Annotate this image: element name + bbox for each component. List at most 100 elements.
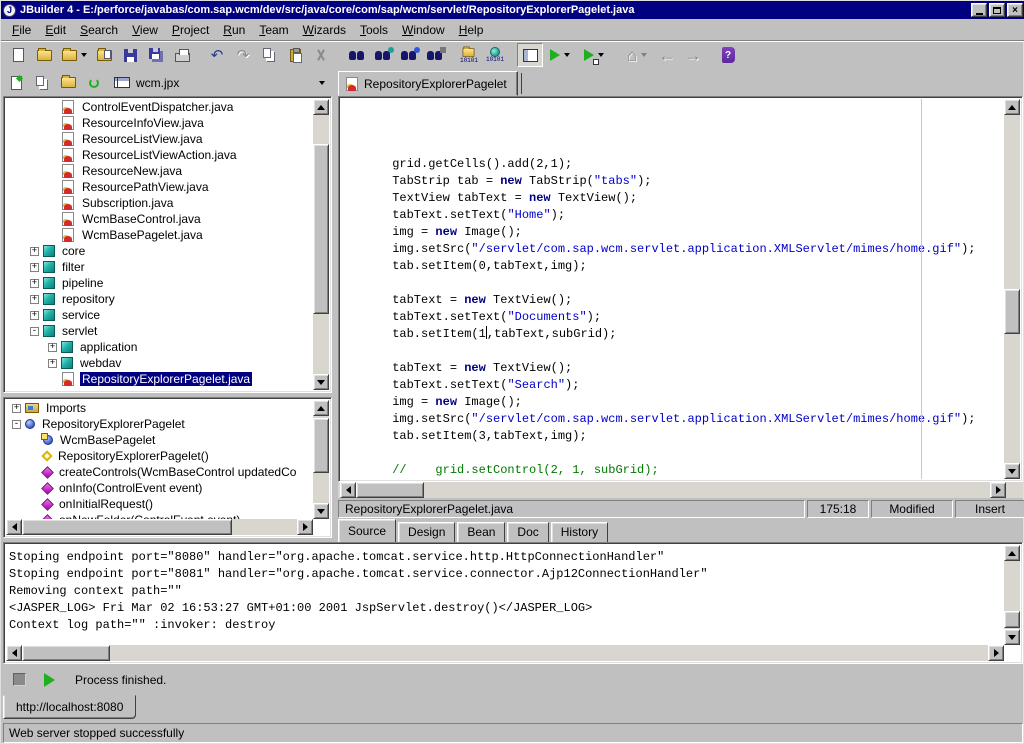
- tree-scroll-down-button[interactable]: [313, 374, 329, 390]
- tree-item[interactable]: +pipeline: [6, 275, 313, 291]
- console-scroll-down-button[interactable]: [1004, 629, 1020, 645]
- tree-item[interactable]: -servlet: [6, 323, 313, 339]
- console-vscrollbar[interactable]: [1004, 545, 1020, 645]
- minimize-button[interactable]: [971, 3, 987, 17]
- structure-scroll-right-button[interactable]: [297, 519, 313, 535]
- tree-item[interactable]: +service: [6, 307, 313, 323]
- help-button[interactable]: ?: [715, 43, 741, 67]
- editor-hscroll-thumb[interactable]: [356, 482, 424, 498]
- console-scroll-right-button[interactable]: [988, 645, 1004, 661]
- console-scroll-left-button[interactable]: [6, 645, 22, 661]
- menu-window[interactable]: Window: [395, 20, 452, 40]
- maximize-button[interactable]: [989, 3, 1005, 17]
- tab-repositoryexplorerpagelet[interactable]: RepositoryExplorerPagelet: [338, 71, 518, 96]
- structure-item[interactable]: createControls(WcmBaseControl updatedCo: [6, 464, 313, 480]
- jbuilder-app-icon[interactable]: J: [3, 4, 16, 17]
- expand-icon[interactable]: +: [12, 404, 21, 413]
- expand-icon[interactable]: +: [30, 311, 39, 320]
- console-scroll-thumb[interactable]: [1004, 611, 1020, 628]
- view-tab-design[interactable]: Design: [398, 522, 455, 543]
- menu-edit[interactable]: Edit: [38, 20, 73, 40]
- toggle-curtain-button[interactable]: [517, 43, 543, 67]
- print-button[interactable]: [169, 43, 195, 67]
- tab-localhost-8080[interactable]: http://localhost:8080: [3, 695, 136, 719]
- tree-scroll-thumb[interactable]: [313, 144, 329, 314]
- tree-vscrollbar[interactable]: [313, 99, 329, 390]
- save-button[interactable]: [117, 43, 143, 67]
- expand-icon[interactable]: +: [30, 295, 39, 304]
- open-file-menu-button[interactable]: [57, 43, 91, 67]
- structure-item[interactable]: RepositoryExplorerPagelet(): [6, 448, 313, 464]
- close-button[interactable]: ×: [1007, 3, 1023, 17]
- editor-hscrollbar[interactable]: [338, 482, 1023, 498]
- tree-item[interactable]: +filter: [6, 259, 313, 275]
- add-files-button[interactable]: [3, 71, 29, 95]
- debug-button[interactable]: [577, 43, 611, 67]
- console-hscroll-thumb[interactable]: [22, 645, 110, 661]
- view-tab-bean[interactable]: Bean: [457, 522, 505, 543]
- expand-icon[interactable]: +: [30, 247, 39, 256]
- search-source-path-button[interactable]: [421, 43, 447, 67]
- save-all-button[interactable]: [143, 43, 169, 67]
- project-selector[interactable]: wcm.jpx: [113, 72, 331, 93]
- structure-scroll-down-button[interactable]: [313, 503, 329, 519]
- menu-team[interactable]: Team: [252, 20, 295, 40]
- tree-item[interactable]: WcmBaseControl.java: [6, 211, 313, 227]
- structure-scroll-up-button[interactable]: [313, 400, 329, 416]
- view-tab-doc[interactable]: Doc: [507, 522, 548, 543]
- editor-scroll-left-button[interactable]: [340, 482, 356, 498]
- structure-item[interactable]: onInitialRequest(): [6, 496, 313, 512]
- tree-scroll-up-button[interactable]: [313, 99, 329, 115]
- menu-project[interactable]: Project: [165, 20, 216, 40]
- undo-button[interactable]: ↶: [204, 43, 230, 67]
- menu-file[interactable]: File: [5, 20, 38, 40]
- run-button[interactable]: [543, 43, 577, 67]
- editor-scroll-up-button[interactable]: [1004, 99, 1020, 115]
- structure-hscroll-thumb[interactable]: [22, 519, 232, 535]
- run-icon[interactable]: [44, 673, 55, 687]
- menu-view[interactable]: View: [125, 20, 165, 40]
- menu-wizards[interactable]: Wizards: [296, 20, 353, 40]
- paste-button[interactable]: [282, 43, 308, 67]
- menu-tools[interactable]: Tools: [353, 20, 395, 40]
- tree-item[interactable]: ResourceNew.java: [6, 163, 313, 179]
- editor-scroll-down-button[interactable]: [1004, 463, 1020, 479]
- expand-icon[interactable]: +: [30, 263, 39, 272]
- structure-item[interactable]: -RepositoryExplorerPagelet: [6, 416, 313, 432]
- collapse-icon[interactable]: -: [30, 327, 39, 336]
- expand-icon[interactable]: +: [30, 279, 39, 288]
- menu-help[interactable]: Help: [452, 20, 491, 40]
- tree-item[interactable]: +webdav: [6, 355, 313, 371]
- editor-scroll-right-button[interactable]: [990, 482, 1006, 498]
- structure-item[interactable]: onInfo(ControlEvent event): [6, 480, 313, 496]
- code-editor[interactable]: grid.getCells().add(2,1); TabStrip tab =…: [341, 99, 1004, 479]
- tree-item[interactable]: RepositoryExplorerPagelet.java: [6, 371, 313, 387]
- tree-item[interactable]: +application: [6, 339, 313, 355]
- refresh-project-button[interactable]: [81, 71, 107, 95]
- menu-search[interactable]: Search: [73, 20, 125, 40]
- structure-scroll-thumb[interactable]: [313, 418, 329, 473]
- tree-item[interactable]: ControlEventDispatcher.java: [6, 99, 313, 115]
- project-tree[interactable]: ControlEventDispatcher.javaResourceInfoV…: [6, 99, 313, 390]
- console-scroll-up-button[interactable]: [1004, 545, 1020, 561]
- close-project-button[interactable]: [55, 71, 81, 95]
- structure-item[interactable]: +Imports: [6, 400, 313, 416]
- view-tab-history[interactable]: History: [551, 522, 608, 543]
- tree-item[interactable]: +core: [6, 243, 313, 259]
- save-as-button[interactable]: [91, 43, 117, 67]
- find-button[interactable]: [343, 43, 369, 67]
- expand-icon[interactable]: +: [48, 343, 57, 352]
- structure-scroll-left-button[interactable]: [6, 519, 22, 535]
- stop-button[interactable]: [13, 673, 26, 686]
- editor-vscrollbar[interactable]: [1004, 99, 1020, 479]
- replace-button[interactable]: [369, 43, 395, 67]
- new-file-button[interactable]: [5, 43, 31, 67]
- menu-run[interactable]: Run: [216, 20, 252, 40]
- view-tab-source[interactable]: Source: [338, 519, 396, 543]
- console-hscrollbar[interactable]: [6, 645, 1004, 661]
- structure-vscrollbar[interactable]: [313, 400, 329, 519]
- structure-hscrollbar[interactable]: [6, 519, 313, 535]
- tree-item[interactable]: ResourceListView.java: [6, 131, 313, 147]
- tree-item[interactable]: +repository: [6, 291, 313, 307]
- make-project-button[interactable]: 10101: [456, 43, 482, 67]
